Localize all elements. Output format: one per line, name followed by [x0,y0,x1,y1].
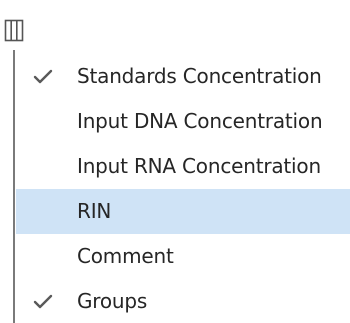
menu-left-border [13,50,15,323]
menu-item-comment[interactable]: Comment [16,234,350,279]
menu-item-label: Comment [77,244,174,268]
menu-item-label: Input RNA Concentration [77,154,321,178]
checkmark-icon [32,279,54,323]
check-placeholder [32,144,54,189]
menu-item-groups[interactable]: Groups [16,279,350,323]
column-chooser-icon [4,19,24,42]
menu-item-rin[interactable]: RIN [16,189,350,234]
menu-item-label: Groups [77,289,148,313]
menu-item-standards-concentration[interactable]: Standards Concentration [16,54,350,99]
column-menu: Standards Concentration Input DNA Concen… [16,54,350,323]
check-placeholder [32,189,54,234]
menu-item-input-rna-concentration[interactable]: Input RNA Concentration [16,144,350,189]
menu-item-input-dna-concentration[interactable]: Input DNA Concentration [16,99,350,144]
menu-item-label: RIN [77,199,112,223]
check-placeholder [32,99,54,144]
column-chooser-dropdown: Standards Concentration Input DNA Concen… [0,0,350,323]
menu-item-label: Input DNA Concentration [77,109,323,133]
menu-item-label: Standards Concentration [77,64,322,88]
check-placeholder [32,234,54,279]
column-chooser-button[interactable] [4,19,34,43]
checkmark-icon [32,54,54,99]
